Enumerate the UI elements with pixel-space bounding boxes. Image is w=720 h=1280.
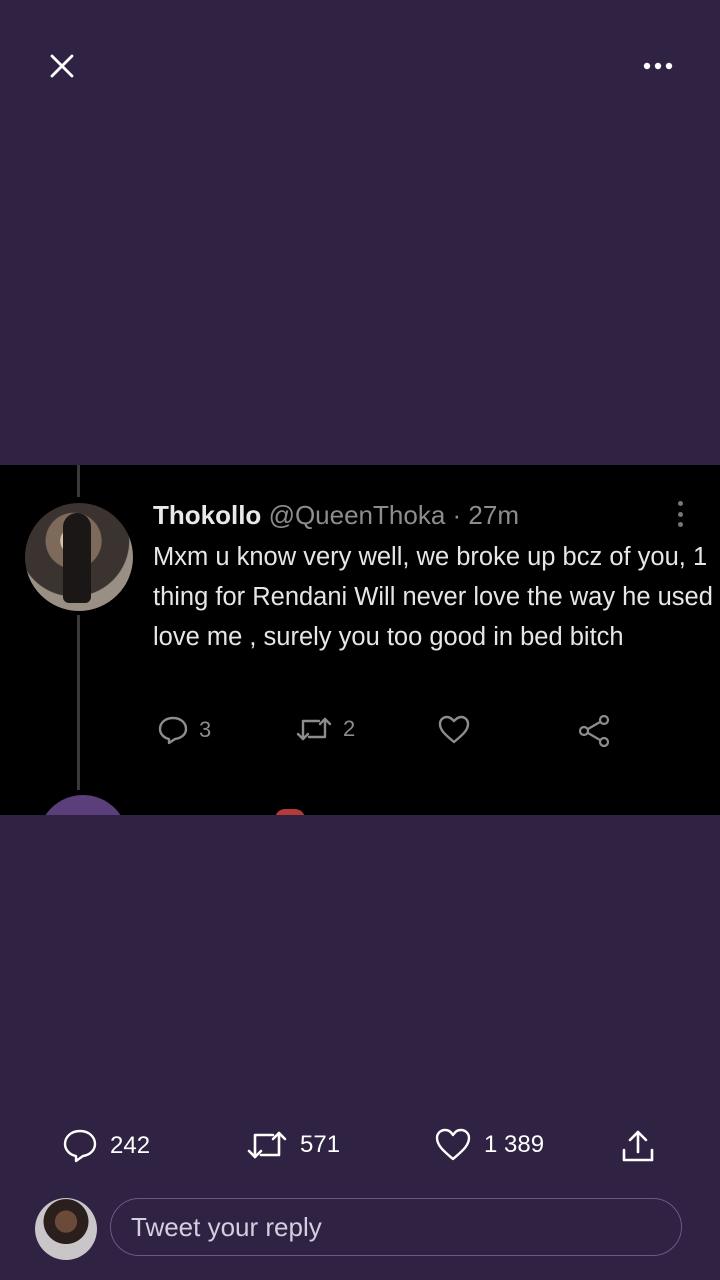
tweet-actions-bar: 242 571 1 389 (0, 1122, 720, 1178)
retweet-icon (296, 717, 332, 741)
media-reply: 3 (157, 715, 211, 745)
share-icon (578, 715, 610, 747)
user-avatar[interactable] (35, 1198, 97, 1260)
media-author-handle: @QueenThoka (268, 500, 446, 530)
media-tweet-text: Mxm u know very well, we broke up bcz of… (153, 543, 713, 651)
reply-button[interactable]: 242 (62, 1128, 150, 1164)
media-viewer: Thokollo @QueenThoka · 27m Mxm u know ve… (0, 0, 720, 1280)
media-tweet-header: Thokollo @QueenThoka · 27m (153, 499, 519, 531)
media-retweet-count: 2 (343, 716, 356, 741)
retweet-count: 571 (300, 1131, 341, 1158)
reply-input[interactable]: Tweet your reply (110, 1198, 682, 1256)
share-button[interactable] (620, 1128, 656, 1164)
media-like (437, 715, 471, 745)
media-more-icon (672, 501, 688, 527)
media-next-avatar (38, 795, 128, 815)
media-author-name: Thokollo (153, 500, 262, 530)
media-avatar (25, 503, 133, 611)
close-button[interactable] (36, 40, 88, 92)
reply-placeholder: Tweet your reply (131, 1211, 322, 1242)
media-tweet-actions: 3 2 (157, 715, 627, 751)
more-options-button[interactable] (632, 40, 684, 92)
thread-line (77, 465, 80, 497)
retweet-button[interactable]: 571 (246, 1128, 340, 1162)
reply-icon (158, 716, 188, 745)
more-icon (643, 62, 673, 70)
like-button[interactable]: 1 389 (434, 1128, 544, 1162)
heart-icon (435, 1128, 471, 1161)
media-retweet: 2 (295, 715, 355, 743)
reply-composer: Tweet your reply (0, 1196, 720, 1266)
share-icon (622, 1130, 654, 1162)
media-reply-count: 3 (199, 717, 212, 742)
media-share (577, 715, 611, 747)
tweet-image[interactable]: Thokollo @QueenThoka · 27m Mxm u know ve… (0, 465, 720, 815)
retweet-icon (247, 1131, 287, 1159)
like-count: 1 389 (484, 1131, 545, 1158)
reply-count: 242 (110, 1132, 151, 1159)
close-icon (50, 54, 74, 78)
thread-line (77, 615, 80, 790)
reply-icon (63, 1129, 97, 1163)
heart-icon (438, 715, 470, 744)
media-tweet-time: · 27m (452, 500, 519, 530)
media-emoji-peek (275, 809, 305, 815)
